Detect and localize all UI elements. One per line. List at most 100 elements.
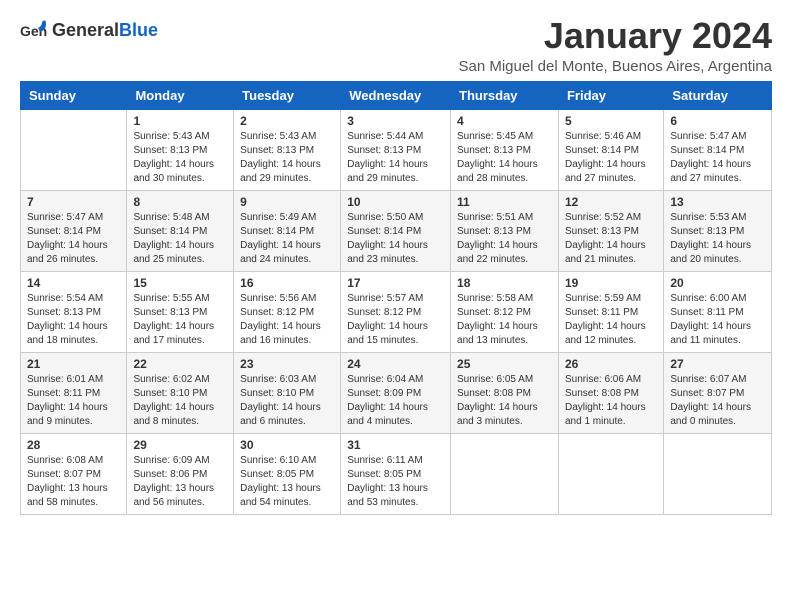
calendar-cell: 23Sunrise: 6:03 AM Sunset: 8:10 PM Dayli… [234,352,341,433]
day-number: 8 [133,195,227,209]
day-info: Sunrise: 5:58 AM Sunset: 8:12 PM Dayligh… [457,292,552,348]
calendar-cell: 26 Sunrise: 6:06 AM Sunset: 8:08 PM Dayli… [558,352,663,433]
day-info: Sunrise: 6:06 AM Sunset: 8:08 PM Dayligh… [565,373,657,429]
day-info: Sunrise: 6:00 AM Sunset: 8:11 PM Dayligh… [670,292,765,348]
calendar-cell: 10 Sunrise: 5:50 AM Sunset: 8:14 PM Dayli… [341,190,451,271]
day-info: Sunrise: 5:54 AM Sunset: 8:13 PM Dayligh… [27,292,120,348]
weekday-header-sunday: Sunday [21,81,127,109]
weekday-header-tuesday: Tuesday [234,81,341,109]
day-info: Sunrise: 5:47 AM Sunset: 8:14 PM Dayligh… [27,211,120,267]
title-area: January 2024 San Miguel del Monte, Bueno… [458,16,772,75]
day-number: 25 [457,357,552,371]
day-info: Sunrise: 6:01 AM Sunset: 8:11 PM Dayligh… [27,373,120,429]
calendar-cell: 12 Sunrise: 5:52 AM Sunset: 8:13 PM Dayli… [558,190,663,271]
calendar-cell: 18 Sunrise: 5:58 AM Sunset: 8:12 PM Dayli… [451,271,559,352]
day-number: 24 [347,357,444,371]
calendar-cell: 11 Sunrise: 5:51 AM Sunset: 8:13 PM Dayli… [451,190,559,271]
calendar-cell: 27Sunrise: 6:07 AM Sunset: 8:07 PM Dayli… [664,352,772,433]
calendar-table: SundayMondayTuesdayWednesdayThursdayFrid… [20,81,772,515]
calendar-cell: 8 Sunrise: 5:48 AM Sunset: 8:14 PM Daylig… [127,190,234,271]
day-number: 28 [27,438,120,452]
day-info: Sunrise: 5:43 AM Sunset: 8:13 PM Dayligh… [133,130,227,186]
day-number: 18 [457,276,552,290]
calendar-cell: 6 Sunrise: 5:47 AM Sunset: 8:14 PM Daylig… [664,109,772,190]
day-number: 13 [670,195,765,209]
logo-icon: General [20,16,48,44]
day-number: 6 [670,114,765,128]
weekday-header-row: SundayMondayTuesdayWednesdayThursdayFrid… [21,81,772,109]
day-number: 29 [133,438,227,452]
calendar-cell: 20 Sunrise: 6:00 AM Sunset: 8:11 PM Dayli… [664,271,772,352]
calendar-week-3: 14 Sunrise: 5:54 AM Sunset: 8:13 PM Dayli… [21,271,772,352]
weekday-header-friday: Friday [558,81,663,109]
calendar-cell: 13 Sunrise: 5:53 AM Sunset: 8:13 PM Dayli… [664,190,772,271]
day-info: Sunrise: 6:09 AM Sunset: 8:06 PM Dayligh… [133,454,227,510]
day-number: 14 [27,276,120,290]
calendar-week-2: 7Sunrise: 5:47 AM Sunset: 8:14 PM Daylig… [21,190,772,271]
logo-general: General [52,20,119,41]
location-subtitle: San Miguel del Monte, Buenos Aires, Arge… [458,58,772,75]
weekday-header-wednesday: Wednesday [341,81,451,109]
day-number: 1 [133,114,227,128]
calendar-week-5: 28 Sunrise: 6:08 AM Sunset: 8:07 PM Dayli… [21,433,772,514]
day-info: Sunrise: 5:49 AM Sunset: 8:14 PM Dayligh… [240,211,334,267]
calendar-cell: 3 Sunrise: 5:44 AM Sunset: 8:13 PM Daylig… [341,109,451,190]
weekday-header-monday: Monday [127,81,234,109]
day-number: 19 [565,276,657,290]
calendar-cell: 16Sunrise: 5:56 AM Sunset: 8:12 PM Dayli… [234,271,341,352]
day-info: Sunrise: 6:11 AM Sunset: 8:05 PM Dayligh… [347,454,444,510]
day-info: Sunrise: 5:57 AM Sunset: 8:12 PM Dayligh… [347,292,444,348]
day-number: 26 [565,357,657,371]
day-info: Sunrise: 6:05 AM Sunset: 8:08 PM Dayligh… [457,373,552,429]
logo: General GeneralBlue [20,16,158,44]
day-number: 2 [240,114,334,128]
day-info: Sunrise: 5:48 AM Sunset: 8:14 PM Dayligh… [133,211,227,267]
calendar-week-4: 21 Sunrise: 6:01 AM Sunset: 8:11 PM Dayli… [21,352,772,433]
calendar-cell: 21 Sunrise: 6:01 AM Sunset: 8:11 PM Dayli… [21,352,127,433]
day-info: Sunrise: 6:04 AM Sunset: 8:09 PM Dayligh… [347,373,444,429]
calendar-cell: 22Sunrise: 6:02 AM Sunset: 8:10 PM Dayli… [127,352,234,433]
day-number: 5 [565,114,657,128]
calendar-cell: 24 Sunrise: 6:04 AM Sunset: 8:09 PM Dayli… [341,352,451,433]
calendar-cell: 17 Sunrise: 5:57 AM Sunset: 8:12 PM Dayli… [341,271,451,352]
day-number: 22 [133,357,227,371]
day-number: 11 [457,195,552,209]
day-number: 27 [670,357,765,371]
calendar-cell: 7Sunrise: 5:47 AM Sunset: 8:14 PM Daylig… [21,190,127,271]
calendar-cell: 9 Sunrise: 5:49 AM Sunset: 8:14 PM Daylig… [234,190,341,271]
day-number: 17 [347,276,444,290]
page-header: General GeneralBlue January 2024 San Mig… [20,16,772,75]
day-info: Sunrise: 5:53 AM Sunset: 8:13 PM Dayligh… [670,211,765,267]
day-info: Sunrise: 6:03 AM Sunset: 8:10 PM Dayligh… [240,373,334,429]
calendar-cell: 14 Sunrise: 5:54 AM Sunset: 8:13 PM Dayli… [21,271,127,352]
calendar-cell: 5 Sunrise: 5:46 AM Sunset: 8:14 PM Daylig… [558,109,663,190]
calendar-cell: 31 Sunrise: 6:11 AM Sunset: 8:05 PM Dayli… [341,433,451,514]
day-info: Sunrise: 6:08 AM Sunset: 8:07 PM Dayligh… [27,454,120,510]
day-number: 12 [565,195,657,209]
day-info: Sunrise: 5:50 AM Sunset: 8:14 PM Dayligh… [347,211,444,267]
day-number: 3 [347,114,444,128]
day-number: 9 [240,195,334,209]
day-number: 10 [347,195,444,209]
month-title: January 2024 [458,16,772,56]
calendar-cell: 30 Sunrise: 6:10 AM Sunset: 8:05 PM Dayli… [234,433,341,514]
logo-blue: Blue [119,20,158,41]
day-number: 20 [670,276,765,290]
day-number: 30 [240,438,334,452]
day-number: 16 [240,276,334,290]
day-info: Sunrise: 5:47 AM Sunset: 8:14 PM Dayligh… [670,130,765,186]
day-info: Sunrise: 5:51 AM Sunset: 8:13 PM Dayligh… [457,211,552,267]
calendar-cell: 25 Sunrise: 6:05 AM Sunset: 8:08 PM Dayli… [451,352,559,433]
calendar-cell [451,433,559,514]
calendar-week-1: 1 Sunrise: 5:43 AM Sunset: 8:13 PM Daylig… [21,109,772,190]
day-info: Sunrise: 5:46 AM Sunset: 8:14 PM Dayligh… [565,130,657,186]
weekday-header-thursday: Thursday [451,81,559,109]
day-number: 21 [27,357,120,371]
calendar-cell: 2Sunrise: 5:43 AM Sunset: 8:13 PM Daylig… [234,109,341,190]
day-info: Sunrise: 6:10 AM Sunset: 8:05 PM Dayligh… [240,454,334,510]
calendar-cell: 28 Sunrise: 6:08 AM Sunset: 8:07 PM Dayli… [21,433,127,514]
day-number: 31 [347,438,444,452]
day-info: Sunrise: 5:44 AM Sunset: 8:13 PM Dayligh… [347,130,444,186]
day-info: Sunrise: 5:52 AM Sunset: 8:13 PM Dayligh… [565,211,657,267]
day-info: Sunrise: 5:59 AM Sunset: 8:11 PM Dayligh… [565,292,657,348]
